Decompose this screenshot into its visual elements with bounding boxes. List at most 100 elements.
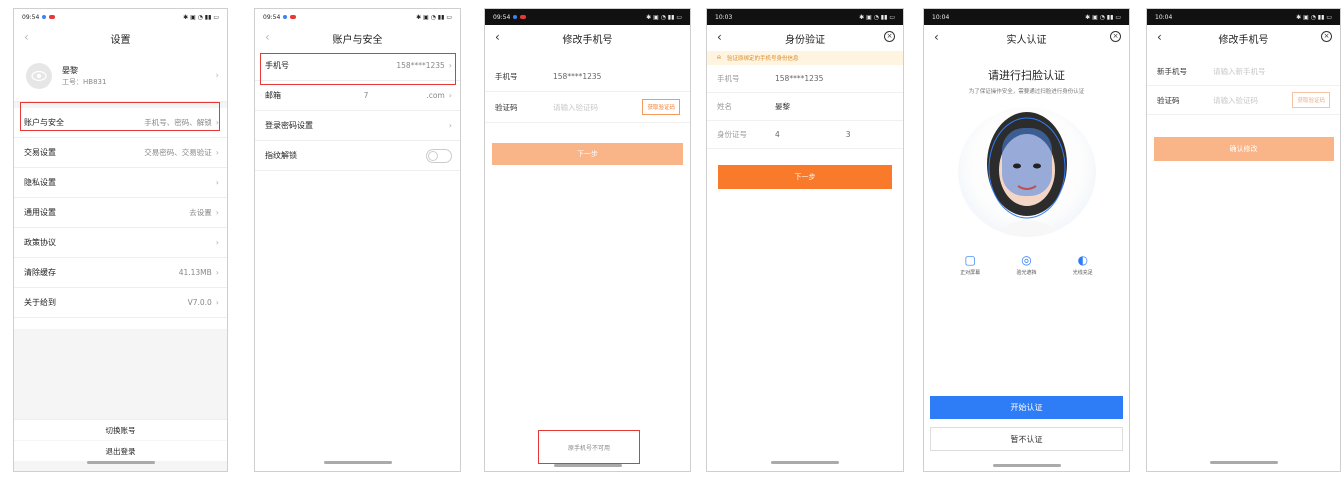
idno-prefix: 4 <box>775 130 780 139</box>
phone-row: 手机号 158****1235 <box>485 61 690 92</box>
next-button-label: 下一步 <box>794 173 816 181</box>
chevron-right-icon: › <box>215 238 219 247</box>
avatar-placeholder-icon <box>31 70 47 82</box>
new-phone-label: 新手机号 <box>1157 66 1187 76</box>
profile-card[interactable]: 晏黎 工号：HB831 › <box>14 51 227 102</box>
chevron-right-icon: › <box>215 298 219 307</box>
phone-unavailable-label: 原手机号不可用 <box>567 444 610 452</box>
settings-item-privacy[interactable]: 隐私设置 › <box>14 168 227 198</box>
highlight-box <box>20 102 220 131</box>
screen-settings: 09:54 ✱ ▣ ◔ ▮▮ ▭ ‹ 设置 晏黎 工号：HB831 › 账户与安… <box>13 8 228 472</box>
page-title: 实人认证 <box>1006 34 1047 46</box>
email-mask <box>368 91 427 100</box>
tip-face-screen: ▢ 正对屏幕 <box>959 253 981 276</box>
back-icon[interactable]: ‹ <box>934 30 939 44</box>
settings-item-general[interactable]: 通用设置 去设置 › <box>14 198 227 228</box>
close-icon[interactable]: × <box>1321 31 1332 42</box>
highlight-box <box>260 53 456 85</box>
home-indicator <box>992 464 1061 467</box>
close-icon[interactable]: × <box>1110 31 1121 42</box>
face-tips: ▢ 正对屏幕 ◎ 验光遮挡 ◐ 光线充足 <box>924 253 1129 276</box>
back-icon[interactable]: ‹ <box>265 30 270 44</box>
settings-item-trade[interactable]: 交易设置 交易密码、交易验证 › <box>14 138 227 168</box>
avatar <box>26 63 52 89</box>
settings-item-value: 41.13MB <box>178 268 212 277</box>
switch-account-button[interactable]: 切换账号 <box>14 419 227 440</box>
nav-bar: ‹ 账户与安全 <box>255 25 460 51</box>
identity-phone-label: 手机号 <box>717 74 740 83</box>
skip-auth-button[interactable]: 暂不认证 <box>930 427 1123 451</box>
account-item-email[interactable]: 邮箱 7 .com › <box>255 81 460 111</box>
code-row: 验证码 请输入验证码 获取验证码 <box>485 92 690 123</box>
nav-bar: ‹ 设置 <box>14 25 227 51</box>
status-bar: 09:54 ✱ ▣ ◔ ▮▮ ▭ <box>255 9 460 25</box>
status-icons: ✱ ▣ ◔ ▮▮ ▭ <box>416 13 452 21</box>
new-phone-input[interactable]: 请输入新手机号 <box>1213 66 1330 77</box>
new-phone-row: 新手机号 请输入新手机号 <box>1147 57 1340 86</box>
confirm-change-label: 确认修改 <box>1229 145 1258 153</box>
back-icon[interactable]: ‹ <box>1157 30 1162 44</box>
bell-icon: ⍾ <box>717 54 721 61</box>
nav-bar: ‹ 修改手机号 <box>485 25 690 51</box>
settings-item-label: 通用设置 <box>24 208 56 217</box>
code-input[interactable]: 请输入验证码 <box>553 102 642 113</box>
status-icons: ✱ ▣ ◔ ▮▮ ▭ <box>646 13 682 21</box>
chevron-right-icon: › <box>215 148 219 157</box>
start-auth-button[interactable]: 开始认证 <box>930 396 1123 419</box>
back-icon[interactable]: ‹ <box>495 30 500 44</box>
home-indicator <box>553 464 622 467</box>
identity-name-value: 晏黎 <box>775 102 790 111</box>
close-icon[interactable]: × <box>884 31 895 42</box>
identity-idno-label: 身份证号 <box>717 130 747 139</box>
get-code-button[interactable]: 获取验证码 <box>1292 92 1330 108</box>
settings-item-label: 政策协议 <box>24 238 56 247</box>
next-button[interactable]: 下一步 <box>492 143 683 165</box>
identity-phone-row: 手机号 158****1235 <box>707 65 903 93</box>
new-code-input[interactable]: 请输入验证码 <box>1213 95 1292 106</box>
tip-label: 验光遮挡 <box>1016 270 1037 276</box>
code-label: 验证码 <box>495 102 518 112</box>
account-item-label: 邮箱 <box>265 91 281 100</box>
skip-auth-label: 暂不认证 <box>1010 434 1043 444</box>
settings-item-about[interactable]: 关于给到 V7.0.0 › <box>14 288 227 318</box>
chevron-right-icon: › <box>448 121 452 130</box>
status-time: 09:54 <box>263 13 281 21</box>
status-bar: 10:04 ✱ ▣ ◔ ▮▮ ▭ <box>1147 9 1340 25</box>
status-bar: 09:54 ✱ ▣ ◔ ▮▮ ▭ <box>485 9 690 25</box>
start-auth-label: 开始认证 <box>1010 403 1043 412</box>
status-icons: ✱ ▣ ◔ ▮▮ ▭ <box>1296 13 1332 21</box>
logout-button[interactable]: 退出登录 <box>14 441 227 461</box>
settings-item-clear-cache[interactable]: 清除缓存 41.13MB › <box>14 258 227 288</box>
page-title: 修改手机号 <box>562 34 613 46</box>
confirm-change-button[interactable]: 确认修改 <box>1153 137 1334 161</box>
home-indicator <box>1209 461 1278 464</box>
back-icon[interactable]: ‹ <box>24 30 29 44</box>
light-icon: ◐ <box>1077 253 1089 267</box>
chevron-right-icon: › <box>215 208 219 217</box>
settings-item-label: 关于给到 <box>24 298 56 307</box>
identity-name-row: 姓名 晏黎 <box>707 93 903 121</box>
tip-label: 光线充足 <box>1072 270 1093 276</box>
nav-bar: ‹ 身份验证 × <box>707 25 903 51</box>
back-icon[interactable]: ‹ <box>717 30 722 44</box>
chevron-right-icon: › <box>215 178 219 187</box>
face-outline-icon: ◎ <box>1021 253 1032 267</box>
fingerprint-toggle[interactable] <box>426 148 452 163</box>
settings-item-label: 交易设置 <box>24 148 56 157</box>
settings-item-label: 清除缓存 <box>24 268 56 277</box>
home-indicator <box>771 461 839 464</box>
status-bar: 10:03 ✱ ▣ ◔ ▮▮ ▭ <box>707 9 903 25</box>
next-button[interactable]: 下一步 <box>718 165 892 189</box>
settings-item-policy[interactable]: 政策协议 › <box>14 228 227 258</box>
get-code-button[interactable]: 获取验证码 <box>642 99 680 115</box>
account-item-login-password[interactable]: 登录密码设置 › <box>255 111 460 141</box>
new-code-row: 验证码 请输入验证码 获取验证码 <box>1147 86 1340 115</box>
tip-label: 正对屏幕 <box>960 270 981 276</box>
status-time: 10:03 <box>715 13 733 21</box>
next-button-label: 下一步 <box>577 150 598 158</box>
phone-value: 158****1235 <box>553 71 602 81</box>
face-scan-icon <box>986 112 1067 236</box>
phone-label: 手机号 <box>495 71 518 81</box>
phone-unavailable-link[interactable]: 原手机号不可用 <box>538 430 640 464</box>
identity-name-label: 姓名 <box>717 102 732 111</box>
